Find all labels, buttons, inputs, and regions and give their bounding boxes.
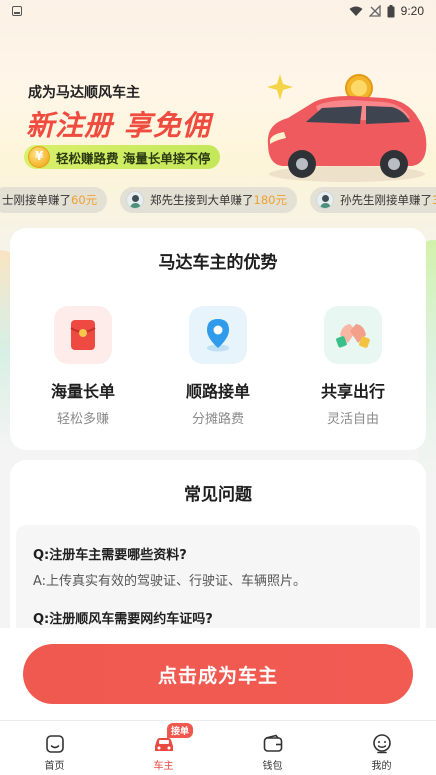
ticker-item: 孙先生刚接单赚了 3 <box>310 187 436 213</box>
banner-pill: 轻松赚路费 海量长单接不停 <box>24 145 221 169</box>
ticker-amount: 3 <box>432 193 436 207</box>
faq-question[interactable]: Q:注册车主需要哪些资料? <box>33 544 187 563</box>
faq-question[interactable]: Q:注册顺风车需要网约车证吗? <box>33 608 213 627</box>
red-envelope-icon <box>54 306 112 364</box>
coin-icon <box>28 146 50 168</box>
map-pin-icon <box>189 306 247 364</box>
advantages-title: 马达车主的优势 <box>158 253 278 273</box>
ticker-amount: 180元 <box>253 193 287 207</box>
nav-item-wallet[interactable]: 钱包 <box>218 721 327 775</box>
bottom-nav: 首页 接单 车主 钱包 我的 <box>0 720 436 775</box>
status-time: 9:20 <box>400 4 424 18</box>
ticker-item: 郑先生接到大单赚了 180元 <box>120 187 297 213</box>
banner-title: 新注册 享免佣 <box>26 109 211 142</box>
status-bar: 9:20 <box>0 0 436 22</box>
profile-icon <box>372 734 391 754</box>
earnings-ticker: 士刚接单赚了 60元 郑先生接到大单赚了 180元 孙先生刚接单赚了 3 <box>0 187 436 213</box>
nav-label: 钱包 <box>262 761 283 772</box>
faq-answer: A:上传真实有效的驾驶证、行驶证、车辆照片。 <box>33 574 307 589</box>
advantage-item-on-the-way: 顺路接单 分摊路费 <box>150 306 286 427</box>
advantage-item-long-orders: 海量长单 轻松多赚 <box>15 306 151 427</box>
notification-app-icon <box>12 6 22 16</box>
ticker-text: 郑先生接到大单赚了 <box>150 193 254 207</box>
battery-icon <box>387 4 395 17</box>
nav-item-driver[interactable]: 接单 车主 <box>109 721 218 775</box>
car-illustration <box>267 74 427 182</box>
wifi-icon <box>349 6 363 16</box>
nav-label: 车主 <box>153 761 174 772</box>
advantages-card: 马达车主的优势 海量长单 轻松多赚 顺路接单 分摊路费 共享出行 灵活自由 <box>10 228 426 450</box>
advantage-label: 顺路接单 <box>185 382 250 401</box>
avatar <box>126 191 144 209</box>
advantage-item-shared-travel: 共享出行 灵活自由 <box>285 306 421 427</box>
signal-icon <box>368 5 381 17</box>
advantage-sub: 灵活自由 <box>326 412 379 427</box>
home-icon <box>45 735 64 753</box>
cta-area: 点击成为车主 <box>0 628 436 720</box>
advantage-sub: 分摊路费 <box>191 412 244 427</box>
advantages-grid: 海量长单 轻松多赚 顺路接单 分摊路费 共享出行 灵活自由 <box>10 306 426 427</box>
avatar <box>316 191 334 209</box>
banner-subtitle: 成为马达顺风车主 <box>28 85 140 101</box>
ticker-amount: 60元 <box>71 193 98 207</box>
wallet-icon <box>263 734 282 752</box>
nav-item-profile[interactable]: 我的 <box>327 721 436 775</box>
nav-label: 我的 <box>371 761 392 772</box>
advantage-label: 共享出行 <box>320 382 385 401</box>
advantage-label: 海量长单 <box>50 382 115 401</box>
ticker-text: 孙先生刚接单赚了 <box>340 193 432 207</box>
ticker-item: 士刚接单赚了 60元 <box>0 187 108 213</box>
faq-title: 常见问题 <box>184 485 252 505</box>
advantage-sub: 轻松多赚 <box>56 412 109 427</box>
handshake-icon <box>324 306 382 364</box>
become-driver-button[interactable]: 点击成为车主 <box>23 644 413 704</box>
order-badge: 接单 <box>167 723 194 738</box>
nav-item-home[interactable]: 首页 <box>0 721 109 775</box>
nav-label: 首页 <box>44 761 65 772</box>
promo-banner[interactable]: 成为马达顺风车主 新注册 享免佣 轻松赚路费 海量长单接不停 <box>0 60 436 182</box>
banner-pill-text: 轻松赚路费 海量长单接不停 <box>56 150 211 166</box>
ticker-text: 士刚接单赚了 <box>2 193 71 207</box>
